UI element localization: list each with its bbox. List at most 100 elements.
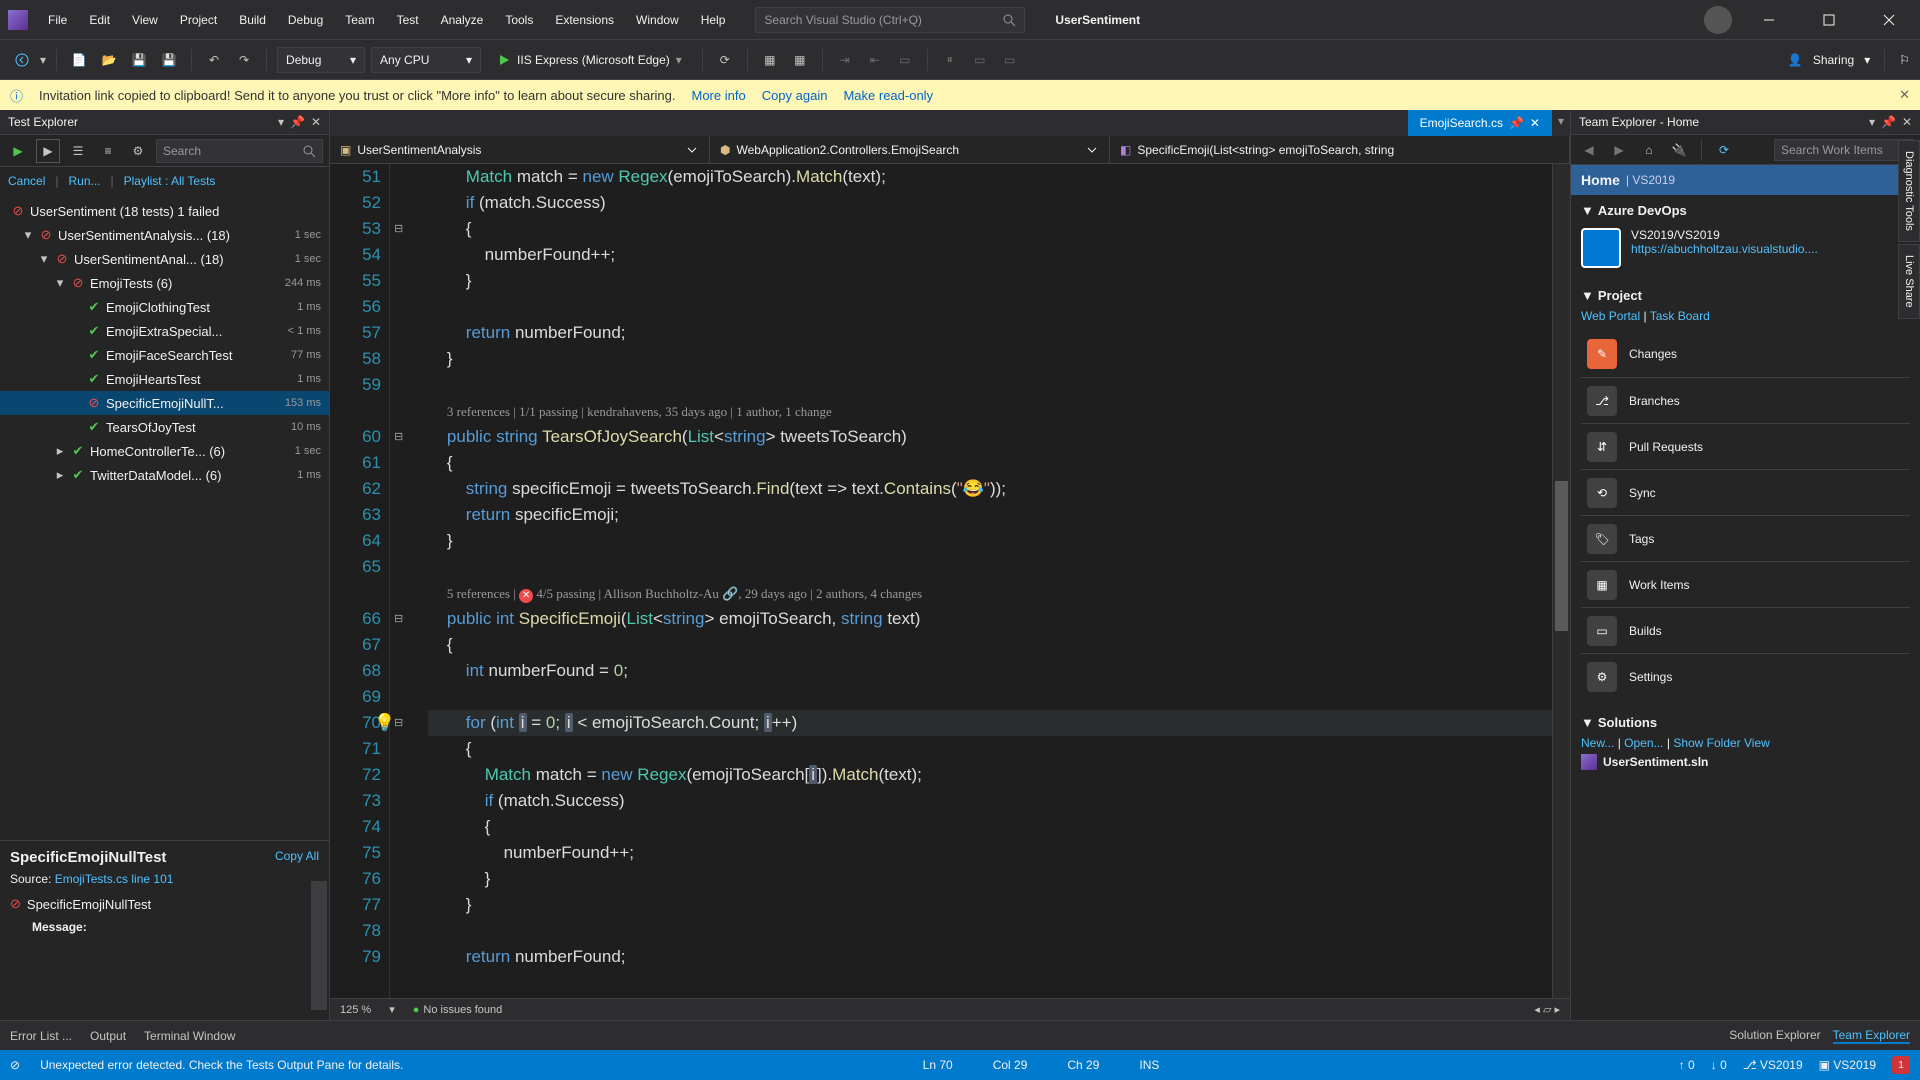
nav-class-combo[interactable]: ⬢WebApplication2.Controllers.EmojiSearch <box>710 136 1110 163</box>
test-row[interactable]: ▸ ✔ TwitterDataModel... (6) 1 ms <box>0 463 329 487</box>
forward-icon[interactable]: ▶ <box>1607 138 1631 162</box>
quick-search-input[interactable]: Search Visual Studio (Ctrl+Q) <box>755 7 1025 33</box>
te-home-banner[interactable]: Home | VS2019 ▾ <box>1571 165 1920 195</box>
back-button[interactable] <box>10 48 34 72</box>
te-tile-branches[interactable]: ⎇Branches <box>1581 377 1910 423</box>
test-tree[interactable]: ⊘ UserSentiment (18 tests) 1 failed ▾ ⊘ … <box>0 195 329 840</box>
config-combo[interactable]: Debug▾ <box>277 47 365 73</box>
branch-indicator[interactable]: ⎇ VS2019 <box>1743 1058 1803 1072</box>
sharing-button[interactable]: Sharing <box>1813 53 1854 67</box>
test-row[interactable]: ✔ EmojiExtraSpecial... < 1 ms <box>0 319 329 343</box>
editor-tab[interactable]: EmojiSearch.cs 📌 ✕ <box>1408 110 1552 136</box>
back-icon[interactable]: ◀ <box>1577 138 1601 162</box>
task-board-link[interactable]: Task Board <box>1650 309 1710 323</box>
tab-overflow-icon[interactable]: ▾ <box>1552 110 1570 136</box>
test-row[interactable]: ✔ EmojiClothingTest 1 ms <box>0 295 329 319</box>
publish-up[interactable]: ↑ 0 <box>1679 1058 1695 1072</box>
te-tile-settings[interactable]: ⚙Settings <box>1581 653 1910 699</box>
test-row[interactable]: ▾ ⊘ UserSentimentAnalysis... (18) 1 sec <box>0 223 329 247</box>
close-pane-icon[interactable]: ✕ <box>311 115 321 129</box>
run-link[interactable]: Run... <box>68 174 100 188</box>
project-header[interactable]: ▼Project <box>1581 288 1910 303</box>
copy-all-link[interactable]: Copy All <box>275 849 319 863</box>
close-infobar-button[interactable]: ✕ <box>1899 87 1910 103</box>
source-link[interactable]: EmojiTests.cs line 101 <box>55 872 174 886</box>
menu-view[interactable]: View <box>122 9 168 31</box>
menu-team[interactable]: Team <box>335 9 384 31</box>
folder-view-link[interactable]: Show Folder View <box>1673 736 1770 750</box>
te-tile-builds[interactable]: ▭Builds <box>1581 607 1910 653</box>
save-all-button[interactable]: 💾 <box>157 48 181 72</box>
solutions-header[interactable]: ▼Solutions <box>1581 715 1910 730</box>
error-list-tab[interactable]: Error List ... <box>10 1029 72 1043</box>
group-icon[interactable]: ☰ <box>66 139 90 163</box>
test-row[interactable]: ▾ ⊘ EmojiTests (6) 244 ms <box>0 271 329 295</box>
live-share-tab[interactable]: Live Share <box>1898 244 1920 319</box>
list-icon[interactable]: ≡ <box>96 139 120 163</box>
nav-project-combo[interactable]: ▣UserSentimentAnalysis <box>330 136 710 163</box>
te-tile-pull-requests[interactable]: ⇵Pull Requests <box>1581 423 1910 469</box>
close-tab-icon[interactable]: ✕ <box>1530 116 1540 130</box>
close-button[interactable] <box>1866 6 1912 34</box>
work-items-search[interactable]: Search Work Items <box>1774 139 1914 161</box>
test-row[interactable]: ✔ TearsOfJoyTest 10 ms <box>0 415 329 439</box>
test-row[interactable]: ⊘ SpecificEmojiNullT... 153 ms <box>0 391 329 415</box>
solution-explorer-tab[interactable]: Solution Explorer <box>1729 1028 1820 1044</box>
make-readonly-link[interactable]: Make read-only <box>843 88 933 103</box>
web-portal-link[interactable]: Web Portal <box>1581 309 1640 323</box>
settings-icon[interactable]: ⚙ <box>126 139 150 163</box>
te-tile-sync[interactable]: ⟲Sync <box>1581 469 1910 515</box>
tb-icon[interactable]: ▭ <box>968 48 992 72</box>
tb-icon[interactable]: ▦ <box>788 48 812 72</box>
maximize-button[interactable] <box>1806 6 1852 34</box>
menu-debug[interactable]: Debug <box>278 9 333 31</box>
home-icon[interactable]: ⌂ <box>1637 138 1661 162</box>
code-editor[interactable]: 515253545556575859 606162636465 66676869… <box>330 164 1570 998</box>
start-debug-button[interactable]: IIS Express (Microsoft Edge)▾ <box>487 53 692 67</box>
terminal-tab[interactable]: Terminal Window <box>144 1029 235 1043</box>
zoom-level[interactable]: 125 % <box>340 1004 371 1016</box>
open-solution-link[interactable]: Open... <box>1624 736 1663 750</box>
repo-url-link[interactable]: https://abuchholtzau.visualstudio.... <box>1631 242 1818 256</box>
menu-help[interactable]: Help <box>691 9 736 31</box>
diagnostic-tools-tab[interactable]: Diagnostic Tools <box>1898 140 1920 242</box>
menu-edit[interactable]: Edit <box>79 9 120 31</box>
publish-down[interactable]: ↓ 0 <box>1711 1058 1727 1072</box>
minimize-button[interactable] <box>1746 6 1792 34</box>
team-explorer-tab[interactable]: Team Explorer <box>1833 1028 1910 1044</box>
te-tile-work-items[interactable]: ▦Work Items <box>1581 561 1910 607</box>
connect-icon[interactable]: 🔌 <box>1667 138 1691 162</box>
pin-icon[interactable]: 📌 <box>1881 115 1896 129</box>
dropdown-icon[interactable]: ▾ <box>278 115 284 129</box>
user-avatar-icon[interactable] <box>1704 6 1732 34</box>
dropdown-icon[interactable]: ▾ <box>1869 115 1875 129</box>
test-row[interactable]: ▸ ✔ HomeControllerTe... (6) 1 sec <box>0 439 329 463</box>
te-tile-changes[interactable]: ✎Changes <box>1581 331 1910 377</box>
refresh-icon[interactable]: ⟳ <box>1712 138 1736 162</box>
tb-icon[interactable]: ⇤ <box>863 48 887 72</box>
test-row[interactable]: ✔ EmojiFaceSearchTest 77 ms <box>0 343 329 367</box>
pin-icon[interactable]: 📌 <box>290 115 305 129</box>
cancel-link[interactable]: Cancel <box>8 174 45 188</box>
te-tile-tags[interactable]: 🏷Tags <box>1581 515 1910 561</box>
undo-button[interactable]: ↶ <box>202 48 226 72</box>
menu-file[interactable]: File <box>38 9 77 31</box>
test-search-input[interactable]: Search <box>156 139 323 163</box>
output-tab[interactable]: Output <box>90 1029 126 1043</box>
menu-analyze[interactable]: Analyze <box>431 9 494 31</box>
menu-tools[interactable]: Tools <box>495 9 543 31</box>
solution-item[interactable]: UserSentiment.sln <box>1581 750 1910 774</box>
tree-root[interactable]: ⊘ UserSentiment (18 tests) 1 failed <box>0 199 329 223</box>
run-icon[interactable]: ▶ <box>36 139 60 163</box>
repo-indicator[interactable]: ▣ VS2019 <box>1819 1058 1876 1072</box>
more-info-link[interactable]: More info <box>691 88 745 103</box>
azure-devops-header[interactable]: ▼Azure DevOps <box>1581 203 1910 218</box>
nav-method-combo[interactable]: ◧SpecificEmoji(List<string> emojiToSearc… <box>1110 136 1570 163</box>
close-pane-icon[interactable]: ✕ <box>1902 115 1912 129</box>
notification-badge[interactable]: 1 <box>1892 1056 1910 1074</box>
menu-window[interactable]: Window <box>626 9 689 31</box>
menu-test[interactable]: Test <box>387 9 429 31</box>
platform-combo[interactable]: Any CPU▾ <box>371 47 481 73</box>
menu-project[interactable]: Project <box>170 9 227 31</box>
test-row[interactable]: ✔ EmojiHeartsTest 1 ms <box>0 367 329 391</box>
